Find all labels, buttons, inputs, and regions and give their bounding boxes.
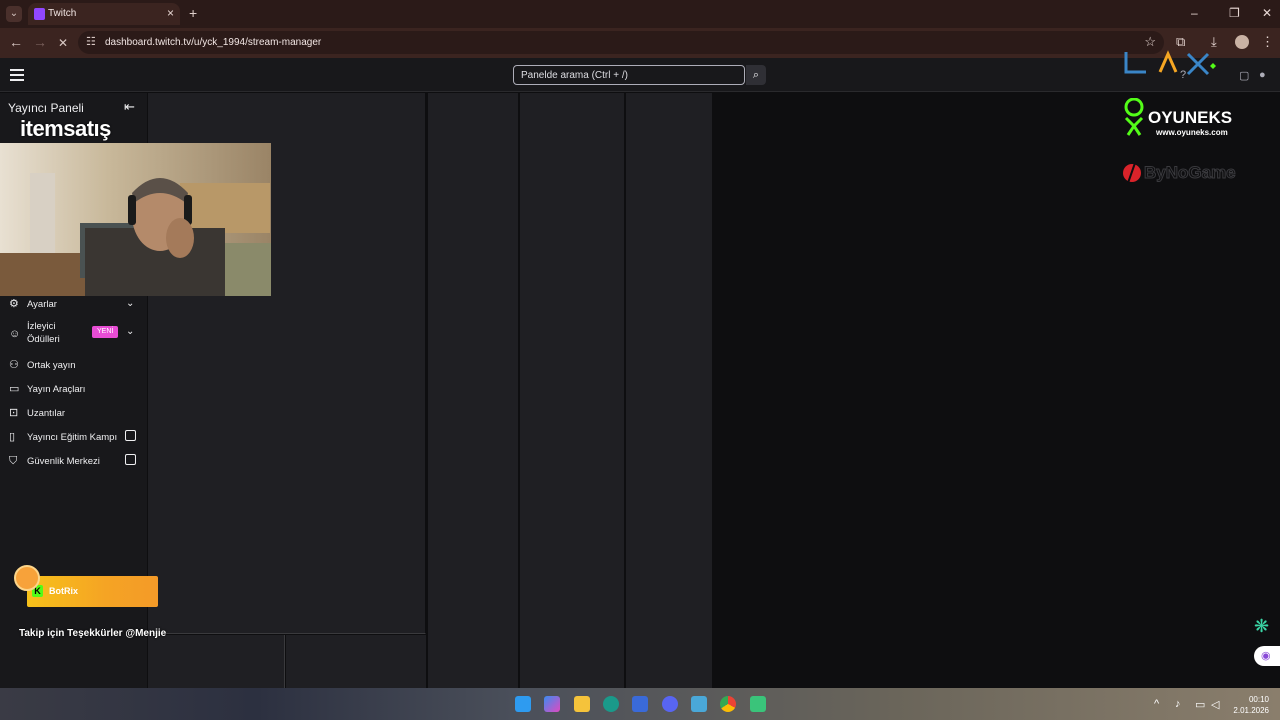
mod-actions-panel — [626, 93, 712, 688]
botrix-alert: K BotRix — [14, 565, 160, 610]
bynogame-mark-icon — [1123, 162, 1141, 184]
chevron-down-icon: ⌄ — [126, 298, 135, 309]
external-link-icon — [125, 454, 136, 465]
app-icon[interactable] — [691, 696, 707, 712]
extensions-icon[interactable]: ⧉ — [1176, 34, 1185, 50]
windows-taskbar: ^ ♪ ▭ ◁ 00:10 2.01.2026 — [0, 688, 1280, 720]
search-placeholder: Panelde arama (Ctrl + /) — [521, 70, 628, 81]
lax-logo-graphic — [1124, 50, 1216, 76]
sidebar-item-label: Güvenlik Merkezi — [27, 456, 100, 467]
search-icon[interactable]: ⌕ — [746, 65, 766, 85]
shield-icon: ⛉ — [9, 455, 18, 467]
store-icon[interactable] — [632, 696, 648, 712]
sidebar-item-label: Uzantılar — [27, 408, 66, 419]
dashboard-search-input[interactable]: Panelde arama (Ctrl + /) — [513, 65, 745, 85]
hamburger-menu-icon[interactable] — [10, 69, 24, 84]
video-icon: ▭ — [9, 383, 20, 395]
chat-panel — [520, 93, 625, 688]
sidebar-item-creator-camp[interactable]: ▯ Yayıncı Eğitim Kampı — [0, 428, 147, 450]
gear-icon: ⚙ — [9, 298, 19, 310]
new-badge: YENİ — [92, 326, 119, 338]
sidebar-item-label: İzleyici Ödülleri — [27, 321, 60, 345]
sidebar-item-settings[interactable]: ⚙ Ayarlar ⌄ — [0, 295, 147, 317]
oyuneks-logo: OYUNEKS www.oyuneks.com — [1122, 97, 1232, 141]
external-link-icon — [125, 430, 136, 441]
browser-toolbar: ← → ✕ ☷ dashboard.twitch.tv/u/yck_1994/s… — [0, 28, 1280, 58]
sidebar-item-safety-center[interactable]: ⛉ Güvenlik Merkezi — [0, 452, 147, 474]
minimize-button[interactable]: – — [1191, 6, 1198, 20]
webcam-image — [0, 143, 271, 296]
oyuneks-title: OYUNEKS — [1148, 108, 1233, 127]
stop-loading-icon[interactable]: ✕ — [58, 36, 68, 50]
volume-icon[interactable]: ◁ — [1211, 698, 1219, 711]
clock-time: 00:10 — [1248, 695, 1269, 704]
quick-action-panel-1 — [148, 635, 285, 688]
copilot-side-button[interactable]: ◉ — [1254, 646, 1280, 666]
bookmark-star-icon[interactable]: ☆ — [1144, 34, 1156, 50]
sidebar-item-stream-tools[interactable]: ▭ Yayın Araçları — [0, 380, 147, 402]
quick-action-panel-2 — [286, 635, 426, 688]
windows-start-icon[interactable] — [515, 696, 531, 712]
forward-icon[interactable]: → — [33, 34, 47, 50]
person-add-icon: ⚇ — [9, 359, 19, 371]
network-icon[interactable]: ▭ — [1195, 698, 1205, 711]
sidebar-item-label: Yayın Araçları — [27, 384, 86, 395]
follow-alert-text: Takip için Teşekkürler @Menjie — [19, 628, 167, 639]
lax-logo — [1124, 50, 1220, 80]
sidebar-item-label: Ayarlar — [27, 299, 57, 310]
clock-date: 2.01.2026 — [1233, 706, 1269, 715]
sidebar-item-viewer-rewards[interactable]: ☺ İzleyici Ödülleri YENİ ⌄ — [0, 320, 147, 348]
chrome-icon[interactable] — [720, 696, 736, 712]
back-icon[interactable]: ← — [9, 34, 23, 50]
notifications-icon[interactable]: ▢ — [1239, 69, 1249, 82]
sidebar-item-label: Yayıncı Eğitim Kampı — [27, 432, 118, 443]
chevron-down-icon: ⌄ — [126, 326, 135, 337]
user-avatar-icon[interactable]: ● — [1259, 69, 1266, 81]
chatgpt-icon[interactable]: ❋ — [1254, 616, 1269, 637]
activity-feed-panel — [427, 93, 519, 688]
file-explorer-icon[interactable] — [574, 696, 590, 712]
botrix-banner: K BotRix — [27, 576, 158, 607]
taskbar-clock[interactable]: 00:10 2.01.2026 — [1233, 694, 1269, 716]
browser-tab-bar: ⌄ Twitch × + – ❐ ✕ — [0, 0, 1280, 28]
new-tab-button[interactable]: + — [189, 5, 197, 21]
oyuneks-url: www.oyuneks.com — [1156, 128, 1228, 137]
copilot-app-icon[interactable] — [544, 696, 560, 712]
browser-tab[interactable]: Twitch × — [28, 3, 180, 25]
sidebar-item-collab-stream[interactable]: ⚇ Ortak yayın — [0, 356, 147, 378]
microphone-icon[interactable]: ♪ — [1175, 698, 1181, 710]
puzzle-icon: ⊡ — [9, 407, 19, 419]
bynogame-text: ByNoGame — [1144, 163, 1237, 183]
collapse-sidebar-icon[interactable]: ⇤ — [124, 99, 135, 115]
discord-icon[interactable] — [662, 696, 678, 712]
orange-fruit-icon — [14, 565, 40, 591]
sidebar-item-label: Ortak yayın — [27, 360, 76, 371]
address-bar[interactable]: ☷ dashboard.twitch.tv/u/yck_1994/stream-… — [78, 31, 1164, 54]
sidebar-title: Yayıncı Paneli — [8, 101, 84, 115]
book-icon: ▯ — [9, 431, 16, 443]
webcam-overlay — [0, 143, 271, 296]
botrix-name: BotRix — [49, 586, 78, 596]
sidebar-item-extensions[interactable]: ⊡ Uzantılar — [0, 404, 147, 426]
copilot-icon: ◉ — [1261, 650, 1271, 662]
tab-close-icon[interactable]: × — [167, 6, 174, 20]
edge-browser-icon[interactable] — [603, 696, 619, 712]
site-info-icon[interactable]: ☷ — [86, 35, 96, 48]
twitch-favicon-icon — [34, 8, 45, 20]
oyuneks-mascot-icon — [1124, 97, 1144, 136]
profile-avatar[interactable] — [1235, 35, 1249, 49]
download-icon[interactable]: ⤓ — [1211, 34, 1217, 50]
maximize-button[interactable]: ❐ — [1229, 6, 1240, 20]
itemsatis-logo: itemsatış — [20, 116, 111, 141]
url-text: dashboard.twitch.tv/u/yck_1994/stream-ma… — [105, 37, 322, 48]
tab-title: Twitch — [48, 8, 77, 19]
browser-menu-icon[interactable]: ⋮ — [1261, 34, 1274, 50]
bynogame-logo: ByNoGame — [1122, 160, 1262, 186]
dashboard-top-bar: Panelde arama (Ctrl + /) ⌕ ? ▢ ● — [0, 58, 1280, 92]
tab-search-icon[interactable]: ⌄ — [6, 6, 22, 22]
close-window-button[interactable]: ✕ — [1262, 6, 1272, 20]
app-green-icon[interactable] — [750, 696, 766, 712]
tray-overflow-icon[interactable]: ^ — [1154, 698, 1159, 710]
smile-icon: ☺ — [9, 328, 21, 340]
